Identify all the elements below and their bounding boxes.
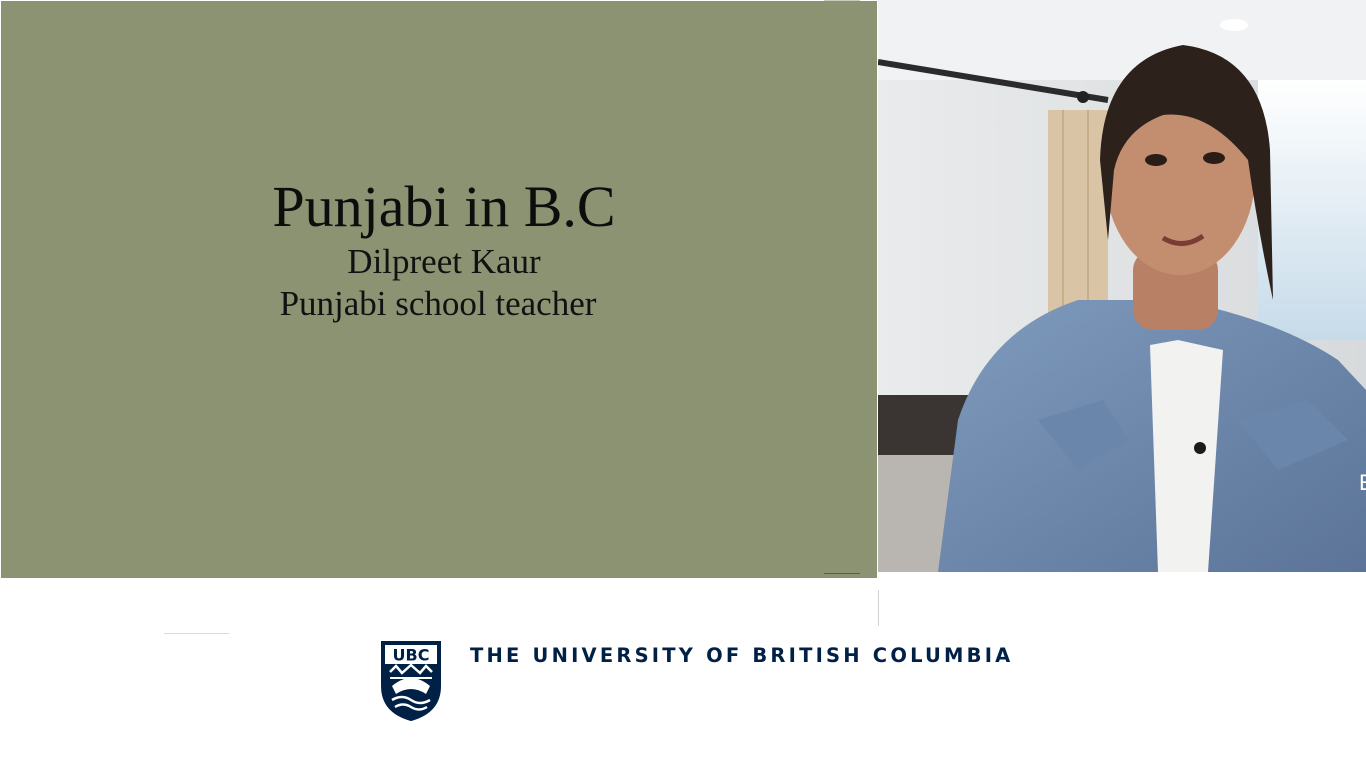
divider: [878, 590, 879, 626]
institution-name: THE UNIVERSITY OF BRITISH COLUMBIA: [470, 644, 1014, 667]
speaker-video: [878, 0, 1366, 572]
slide-edge-mark: [824, 573, 860, 574]
slide-edge-mark: [824, 0, 860, 1]
presentation-slide: Punjabi in B.C Dilpreet Kaur Punjabi sch…: [1, 1, 877, 578]
speaker-name: Dilpreet Kaur: [347, 242, 541, 281]
slide-title: Punjabi in B.C: [272, 174, 616, 239]
divider: [164, 633, 229, 634]
ubc-logo-text: UBC: [393, 646, 430, 665]
speaker-role: Punjabi school teacher: [279, 284, 597, 323]
ubc-logo: UBC: [380, 640, 442, 722]
speaker-video-frame: [878, 0, 1366, 572]
edge-letter: E: [1359, 470, 1366, 496]
